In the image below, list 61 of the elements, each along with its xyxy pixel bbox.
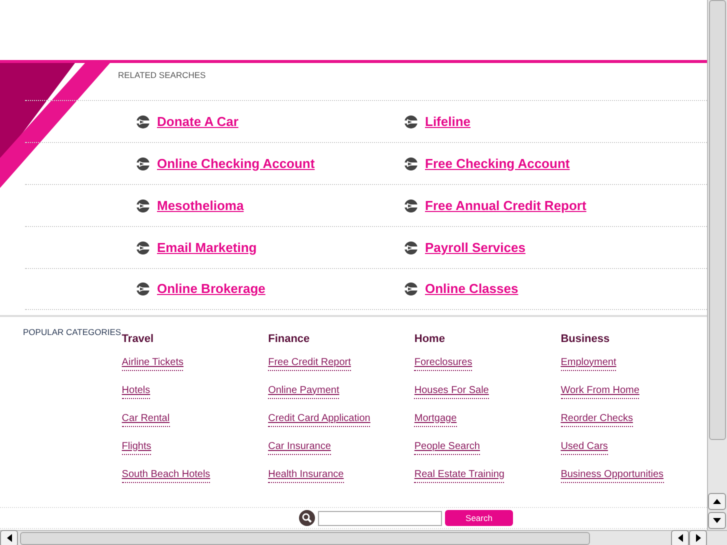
arrow-circle-icon (136, 282, 150, 296)
search-link[interactable]: Online Checking Account (157, 154, 315, 174)
search-link[interactable]: Mesothelioma (157, 196, 244, 216)
scroll-right-button[interactable] (689, 530, 707, 545)
section-heading: POPULAR CATEGORIES (22, 326, 122, 337)
arrow-circle-icon (136, 114, 150, 128)
search-field[interactable] (318, 510, 442, 526)
category-link[interactable]: Used Cars (560, 440, 608, 454)
category-link[interactable]: South Beach Hotels (122, 468, 210, 482)
search-link[interactable]: Online Classes (425, 279, 518, 299)
search-link[interactable]: Free Checking Account (425, 154, 570, 174)
category-link[interactable]: Flights (122, 440, 152, 454)
category-link[interactable]: Houses For Sale (414, 384, 489, 398)
category-link[interactable]: Mortgage (414, 412, 457, 426)
section-heading: RELATED SEARCHES (118, 69, 206, 82)
scroll-left-button[interactable] (0, 530, 18, 545)
search-link[interactable]: Payroll Services (425, 238, 526, 258)
scroll-left-button[interactable] (671, 530, 689, 545)
arrow-circle-icon (404, 240, 418, 254)
arrow-circle-icon (136, 240, 150, 254)
search-link[interactable]: Lifeline (425, 112, 471, 132)
category-link[interactable]: Real Estate Training (414, 468, 504, 482)
arrow-circle-icon (404, 156, 418, 170)
category-link[interactable]: Reorder Checks (560, 412, 633, 426)
category-link[interactable]: Airline Tickets (122, 356, 184, 370)
arrow-circle-icon (404, 282, 418, 296)
left-arrow-icon (6, 534, 12, 542)
scroll-up-button[interactable] (708, 493, 726, 510)
arrow-circle-icon (136, 198, 150, 212)
arrow-circle-icon (404, 198, 418, 212)
search-link[interactable]: Email Marketing (157, 238, 257, 258)
right-arrow-icon (696, 534, 700, 542)
category-link[interactable]: Business Opportunities (560, 468, 664, 482)
category-link[interactable]: Work From Home (560, 384, 640, 398)
category-link[interactable]: Car Rental (122, 412, 170, 426)
category-link[interactable]: Employment (560, 356, 616, 370)
search-link[interactable]: Free Annual Credit Report (425, 196, 586, 216)
category-link[interactable]: Credit Card Application (268, 412, 370, 426)
up-arrow-icon (713, 499, 721, 504)
category-title: Finance (268, 332, 311, 347)
left-arrow-icon (678, 534, 682, 542)
category-title: Business (560, 332, 611, 347)
category-link[interactable]: Free Credit Report (268, 356, 351, 370)
category-link[interactable]: Online Payment (268, 384, 340, 398)
category-link[interactable]: People Search (414, 440, 480, 454)
arrow-circle-icon (136, 156, 150, 170)
search-link[interactable]: Donate A Car (157, 112, 238, 132)
category-title: Home (414, 332, 446, 347)
down-arrow-icon (713, 518, 721, 523)
category-link[interactable]: Health Insurance (268, 468, 344, 482)
scrollbar-thumb[interactable] (709, 0, 726, 440)
arrow-circle-icon (404, 114, 418, 128)
scrollbar-thumb[interactable] (20, 532, 590, 544)
category-link[interactable]: Hotels (122, 384, 150, 398)
search-icon (299, 510, 315, 526)
category-title: Travel (122, 333, 155, 347)
search-button[interactable]: Search (445, 510, 513, 526)
category-link[interactable]: Foreclosures (414, 356, 472, 370)
scroll-down-button[interactable] (708, 512, 726, 529)
category-link[interactable]: Car Insurance (268, 440, 331, 454)
search-link[interactable]: Online Brokerage (157, 279, 266, 299)
